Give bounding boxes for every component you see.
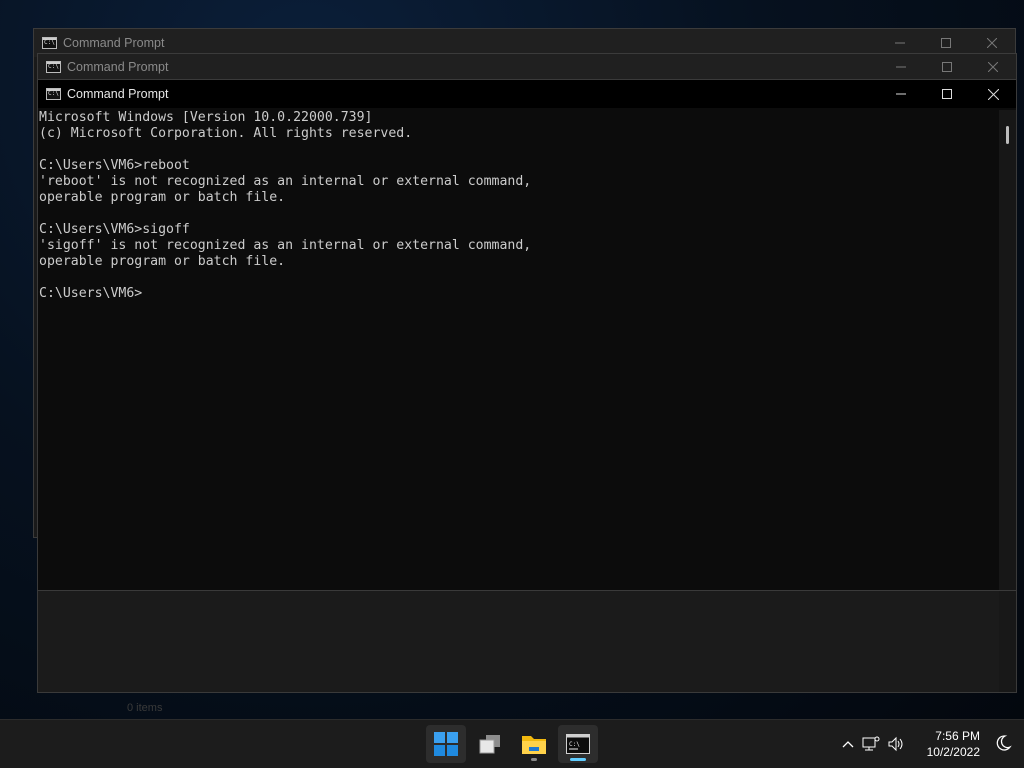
moon-icon xyxy=(996,735,1012,751)
file-explorer-button[interactable] xyxy=(514,725,554,763)
close-icon xyxy=(987,38,997,48)
cmd-icon xyxy=(46,88,61,100)
windows-logo-icon xyxy=(434,732,458,756)
cmd-icon xyxy=(46,61,61,73)
vertical-scrollbar[interactable] xyxy=(999,110,1016,590)
console-line: C:\Users\VM6> xyxy=(39,286,143,301)
window-title: Command Prompt xyxy=(67,60,169,74)
minimize-icon xyxy=(895,42,905,44)
title-bar[interactable]: Command Prompt xyxy=(38,80,1016,108)
close-button[interactable] xyxy=(970,80,1016,108)
close-button[interactable] xyxy=(970,54,1016,80)
clock-date: 10/2/2022 xyxy=(926,745,980,759)
maximize-icon xyxy=(942,62,952,72)
console-output[interactable]: Microsoft Windows [Version 10.0.22000.73… xyxy=(39,110,999,588)
minimize-icon xyxy=(896,66,906,68)
minimize-button[interactable] xyxy=(878,54,924,80)
task-view-button[interactable] xyxy=(470,725,510,763)
maximize-button[interactable] xyxy=(924,54,970,80)
system-tray xyxy=(838,720,908,768)
window-title: Command Prompt xyxy=(67,87,169,101)
console-line: operable program or batch file. xyxy=(39,254,286,269)
title-bar[interactable]: Command Prompt xyxy=(38,54,1016,80)
console-line: 'sigoff' is not recognized as an interna… xyxy=(39,238,532,253)
folder-icon xyxy=(522,736,546,754)
volume-icon xyxy=(888,736,903,752)
console-line: 'reboot' is not recognized as an interna… xyxy=(39,174,532,189)
cmd-icon xyxy=(42,37,57,49)
console-line: C:\Users\VM6>reboot xyxy=(39,158,190,173)
console-line: operable program or batch file. xyxy=(39,190,286,205)
network-icon xyxy=(862,736,880,751)
show-hidden-icons-button[interactable] xyxy=(838,740,858,748)
maximize-icon xyxy=(941,38,951,48)
active-indicator xyxy=(570,758,586,761)
command-prompt-taskbar-button[interactable]: C:\ xyxy=(558,725,598,763)
clock[interactable]: 7:56 PM 10/2/2022 xyxy=(927,728,980,760)
console-line: Microsoft Windows [Version 10.0.22000.73… xyxy=(39,110,373,125)
taskbar: C:\ 7:56 PM 10/2/2022 xyxy=(0,719,1024,768)
task-view-icon xyxy=(479,735,500,754)
svg-text:C:\: C:\ xyxy=(569,741,580,748)
network-button[interactable] xyxy=(858,736,884,752)
maximize-button[interactable] xyxy=(924,80,970,108)
volume-button[interactable] xyxy=(884,736,908,752)
focus-assist-button[interactable] xyxy=(994,734,1012,757)
minimize-button[interactable] xyxy=(878,80,924,108)
running-indicator xyxy=(531,758,537,761)
scrollbar-thumb[interactable] xyxy=(1006,126,1009,144)
background-status-text: 0 items xyxy=(127,702,163,714)
scrollbar-gutter xyxy=(999,591,1016,692)
chevron-up-icon xyxy=(842,741,854,748)
cmd-icon: C:\ xyxy=(566,734,590,754)
console-line: (c) Microsoft Corporation. All rights re… xyxy=(39,126,413,141)
close-icon xyxy=(987,88,999,100)
minimize-icon xyxy=(896,93,906,95)
clock-time: 7:56 PM xyxy=(935,729,980,743)
console-line: C:\Users\VM6>sigoff xyxy=(39,222,190,237)
command-prompt-window[interactable]: Command Prompt Microsoft Windows [Versio… xyxy=(37,79,1017,693)
close-icon xyxy=(988,62,998,72)
console-lower-area xyxy=(38,590,1016,692)
start-button[interactable] xyxy=(426,725,466,763)
maximize-icon xyxy=(942,89,952,99)
window-title: Command Prompt xyxy=(63,36,165,50)
